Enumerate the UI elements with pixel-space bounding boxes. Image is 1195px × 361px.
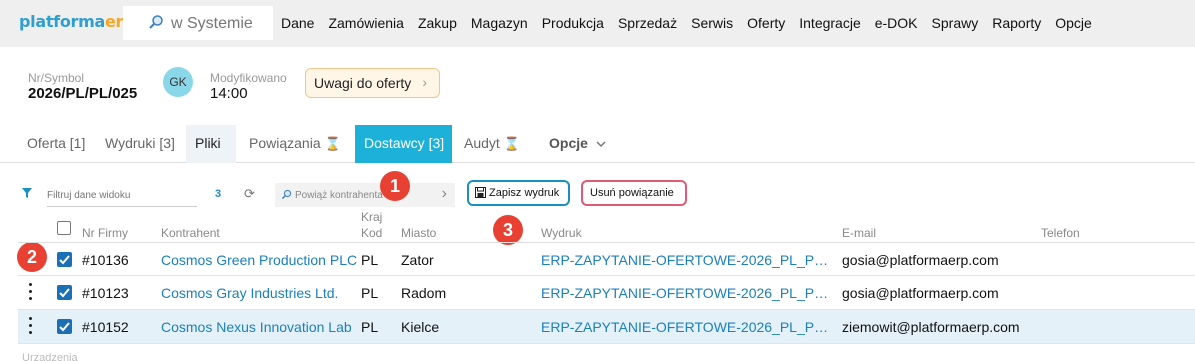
top-bar: platformaerp w Systemie Dane Zamówienia … [0, 0, 1195, 47]
modified-value: 14:00 [210, 85, 248, 102]
column-header-wydruk[interactable]: Wydruk [541, 226, 582, 240]
column-header-kraj-line2[interactable]: Kod [361, 226, 382, 240]
cell-nr: #10123 [82, 285, 129, 301]
nav-item-zamowienia[interactable]: Zamówienia [328, 15, 403, 31]
cell-wydruk[interactable]: ERP-ZAPYTANIE-OFERTOWE-2026_PL_PL_025 [541, 319, 833, 335]
nav-item-sprzedaz[interactable]: Sprzedaż [618, 15, 677, 31]
refresh-icon[interactable]: ⟳ [244, 186, 255, 202]
row-checkbox[interactable] [57, 319, 72, 334]
nav-item-raporty[interactable]: Raporty [992, 15, 1041, 31]
cell-email: gosia@platformaerp.com [842, 285, 999, 301]
logo[interactable]: platformaerp [19, 12, 135, 31]
table-row[interactable]: #10136 Cosmos Green Production PLC PL Za… [18, 242, 1195, 276]
nav-item-dane[interactable]: Dane [281, 15, 314, 31]
notes-button-label: Uwagi do oferty [314, 75, 412, 91]
column-header-email[interactable]: E-mail [842, 226, 876, 240]
cell-email: gosia@platformaerp.com [842, 252, 999, 268]
logo-part-1: platforma [19, 12, 105, 31]
check-icon [59, 255, 70, 265]
tab-bar: Oferta [1] Wydruki [3] Pliki Powiązania ⌛… [0, 125, 1195, 163]
row-checkbox[interactable] [57, 285, 72, 300]
search-icon [149, 15, 163, 29]
avatar[interactable]: GK [163, 67, 193, 97]
tab-powiazania-label: Powiązania [249, 135, 321, 151]
tab-audyt-label: Audyt [464, 135, 500, 151]
symbol-label: Nr/Symbol [28, 71, 85, 85]
nav-item-magazyn[interactable]: Magazyn [471, 15, 528, 31]
tab-oferta[interactable]: Oferta [1] [27, 125, 85, 163]
cell-nr: #10152 [82, 319, 129, 335]
step-badge-3: 3 [493, 215, 523, 245]
main-nav: Dane Zamówienia Zakup Magazyn Produkcja … [281, 15, 1106, 31]
hourglass-icon: ⌛ [503, 136, 520, 151]
hourglass-icon: ⌛ [324, 136, 341, 151]
save-print-label: Zapisz wydruk [489, 187, 560, 199]
nav-item-integracje[interactable]: Integracje [799, 15, 860, 31]
nav-item-serwis[interactable]: Serwis [691, 15, 733, 31]
check-icon [59, 322, 70, 332]
floppy-disk-icon [475, 187, 486, 198]
column-header-miasto[interactable]: Miasto [401, 226, 436, 240]
global-search[interactable]: w Systemie [123, 6, 273, 40]
remove-link-button[interactable]: Usuń powiązanie [581, 180, 687, 206]
record-count: 3 [215, 188, 222, 200]
link-contractor-input[interactable]: Powiąż kontrahenta › [275, 183, 455, 207]
cell-kontrahent[interactable]: Cosmos Green Production PLC [161, 252, 357, 268]
cell-kontrahent[interactable]: Cosmos Gray Industries Ltd. [161, 285, 338, 301]
cell-kraj: PL [361, 252, 379, 268]
nav-item-opcje[interactable]: Opcje [1055, 15, 1092, 31]
select-all-checkbox[interactable] [57, 221, 71, 235]
symbol-value: 2026/PL/PL/025 [28, 85, 138, 102]
chevron-right-icon: › [422, 74, 427, 90]
nav-item-produkcja[interactable]: Produkcja [542, 15, 604, 31]
tab-audyt[interactable]: Audyt ⌛ [464, 125, 520, 163]
notes-button[interactable]: Uwagi do oferty › [305, 68, 440, 98]
tab-wydruki[interactable]: Wydruki [3] [105, 125, 175, 163]
cell-miasto: Radom [401, 285, 447, 301]
section-toggle-devices[interactable]: Urządzenia [22, 352, 78, 361]
search-label: w Systemie [171, 15, 253, 32]
tab-pliki[interactable]: Pliki [186, 125, 236, 163]
cell-wydruk[interactable]: ERP-ZAPYTANIE-OFERTOWE-2026_PL_PL_025 [541, 252, 833, 268]
chevron-down-icon [596, 141, 606, 148]
filter-icon[interactable] [22, 188, 32, 198]
nav-item-zakup[interactable]: Zakup [418, 15, 457, 31]
cell-kraj: PL [361, 285, 379, 301]
link-contractor-placeholder: Powiąż kontrahenta [295, 190, 383, 201]
column-header-nr[interactable]: Nr Firmy [82, 226, 128, 240]
nav-item-edok[interactable]: e-DOK [875, 15, 918, 31]
cell-wydruk[interactable]: ERP-ZAPYTANIE-OFERTOWE-2026_PL_PL_025 [541, 285, 833, 301]
filter-input[interactable]: Filtruj dane widoku [47, 183, 197, 207]
modified-label: Modyfikowano [210, 71, 287, 85]
cell-kraj: PL [361, 319, 379, 335]
column-header-kraj-line1[interactable]: Kraj [361, 210, 382, 224]
nav-item-oferty[interactable]: Oferty [747, 15, 785, 31]
column-header-kontrahent[interactable]: Kontrahent [161, 226, 220, 240]
table-row[interactable]: #10152 Cosmos Nexus Innovation Lab PL Ki… [18, 310, 1195, 344]
row-menu-icon[interactable] [29, 283, 33, 301]
cell-miasto: Zator [401, 252, 434, 268]
row-checkbox[interactable] [57, 252, 72, 267]
cell-email: ziemowit@platformaerp.com [842, 319, 1020, 335]
table-row[interactable]: #10123 Cosmos Gray Industries Ltd. PL Ra… [18, 276, 1195, 310]
chevron-right-icon[interactable]: › [442, 185, 447, 203]
search-icon [281, 189, 292, 200]
tab-opcje[interactable]: Opcje [549, 125, 606, 163]
save-print-button[interactable]: Zapisz wydruk [467, 180, 570, 206]
tab-powiazania[interactable]: Powiązania ⌛ [249, 125, 341, 163]
cell-kontrahent[interactable]: Cosmos Nexus Innovation Lab [161, 319, 352, 335]
check-icon [59, 288, 70, 298]
row-menu-icon[interactable] [29, 317, 33, 335]
tab-dostawcy[interactable]: Dostawcy [3] [355, 125, 452, 163]
step-badge-1: 1 [380, 171, 410, 201]
column-header-telefon[interactable]: Telefon [1041, 226, 1080, 240]
cell-nr: #10136 [82, 252, 129, 268]
cell-miasto: Kielce [401, 319, 440, 335]
tab-opcje-label: Opcje [549, 135, 588, 151]
nav-item-sprawy[interactable]: Sprawy [932, 15, 979, 31]
